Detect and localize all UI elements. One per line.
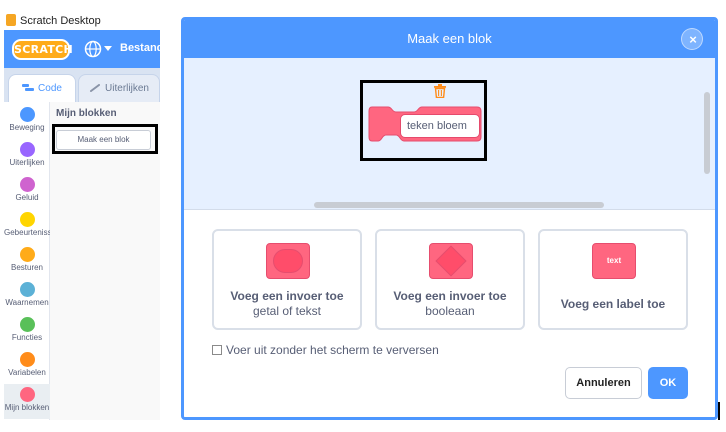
scratch-logo[interactable]: SCRATCH [12,39,73,60]
category-label: Gebeurtenissen [4,228,50,237]
ok-button[interactable]: OK [648,367,688,399]
add-boolean-input-button[interactable]: Voeg een invoer toe booleaan [375,229,525,330]
block-options: Voeg een invoer toe getal of tekst Voeg … [184,210,715,417]
option-title: Voeg een invoer toe [230,289,344,303]
category-label: Uiterlijken [9,158,45,167]
app-icon [6,14,16,26]
cursor-mark [718,402,720,420]
tab-costumes-label: Uiterlijken [105,83,149,94]
category-label: Geluid [15,193,39,202]
label-shape-text: text [606,256,622,265]
diamond-input-icon [435,245,467,277]
tab-code-label: Code [38,83,62,94]
category-operators[interactable]: Functies [4,314,50,349]
option-title: Voeg een label toe [560,297,666,311]
category-sound[interactable]: Geluid [4,174,50,209]
category-events[interactable]: Gebeurtenissen [4,209,50,244]
highlight-box-block [360,80,487,161]
category-variables[interactable]: Variabelen [4,349,50,384]
palette-heading: Mijn blokken [56,108,117,119]
code-icon [22,84,35,92]
run-without-refresh-checkbox[interactable] [212,345,222,355]
boolean-input-shape [429,243,473,279]
menu-bar: SCRATCH Bestand [4,30,163,68]
window-title: Scratch Desktop [20,15,101,27]
oval-input-icon [273,249,303,273]
close-button[interactable]: × [681,28,703,50]
category-dot [19,247,35,262]
category-dot [19,177,35,192]
horizontal-scrollbar[interactable] [314,202,604,208]
category-label: Mijn blokken [4,403,50,412]
dialog-title: Maak een blok [407,31,492,46]
editor-tabs: Code Uiterlijken [4,68,160,102]
category-label: Besturen [10,263,44,272]
category-dot [19,317,35,332]
option-subtitle: booleaan [425,304,475,318]
category-dot [19,352,35,367]
highlight-box-make-block [52,124,158,154]
dialog-header: Maak een blok × [184,20,715,58]
number-text-input-shape [266,243,310,279]
category-dot [19,387,35,402]
label-shape: text [592,243,636,279]
category-sensing[interactable]: Waarnemen [4,279,50,314]
option-subtitle: getal of tekst [252,304,322,318]
category-label: Variabelen [8,368,46,377]
chevron-down-icon[interactable] [104,46,112,51]
run-without-refresh-option[interactable]: Voer uit zonder het scherm te verversen [212,343,439,357]
category-dot [19,212,35,227]
add-label-button[interactable]: text Voeg een label toe [538,229,688,330]
category-dot [19,142,35,157]
tab-costumes[interactable]: Uiterlijken [78,74,160,102]
file-menu[interactable]: Bestand [120,42,163,54]
close-icon: × [689,32,697,47]
category-label: Functies [11,333,43,342]
category-menu: Beweging Uiterlijken Geluid Gebeurteniss… [4,102,50,420]
add-number-text-input-button[interactable]: Voeg een invoer toe getal of tekst [212,229,362,330]
block-preview-workspace: teken bloem [184,58,715,210]
window-title-bar: Scratch Desktop [0,0,165,30]
category-motion[interactable]: Beweging [4,104,50,139]
tab-code[interactable]: Code [8,74,76,102]
category-label: Waarnemen [5,298,49,307]
make-block-dialog: Maak een blok × teken bloem Voeg een inv… [181,17,718,420]
vertical-scrollbar[interactable] [704,92,710,174]
category-my-blocks[interactable]: Mijn blokken [4,384,50,419]
cancel-button[interactable]: Annuleren [565,367,642,399]
category-looks[interactable]: Uiterlijken [4,139,50,174]
category-dot [19,107,35,122]
category-dot [19,282,35,297]
category-control[interactable]: Besturen [4,244,50,279]
option-title: Voeg een invoer toe [393,289,507,303]
run-without-refresh-label: Voer uit zonder het scherm te verversen [226,343,439,357]
brush-icon [90,84,101,93]
globe-icon[interactable] [84,40,102,58]
category-label: Beweging [9,123,45,132]
